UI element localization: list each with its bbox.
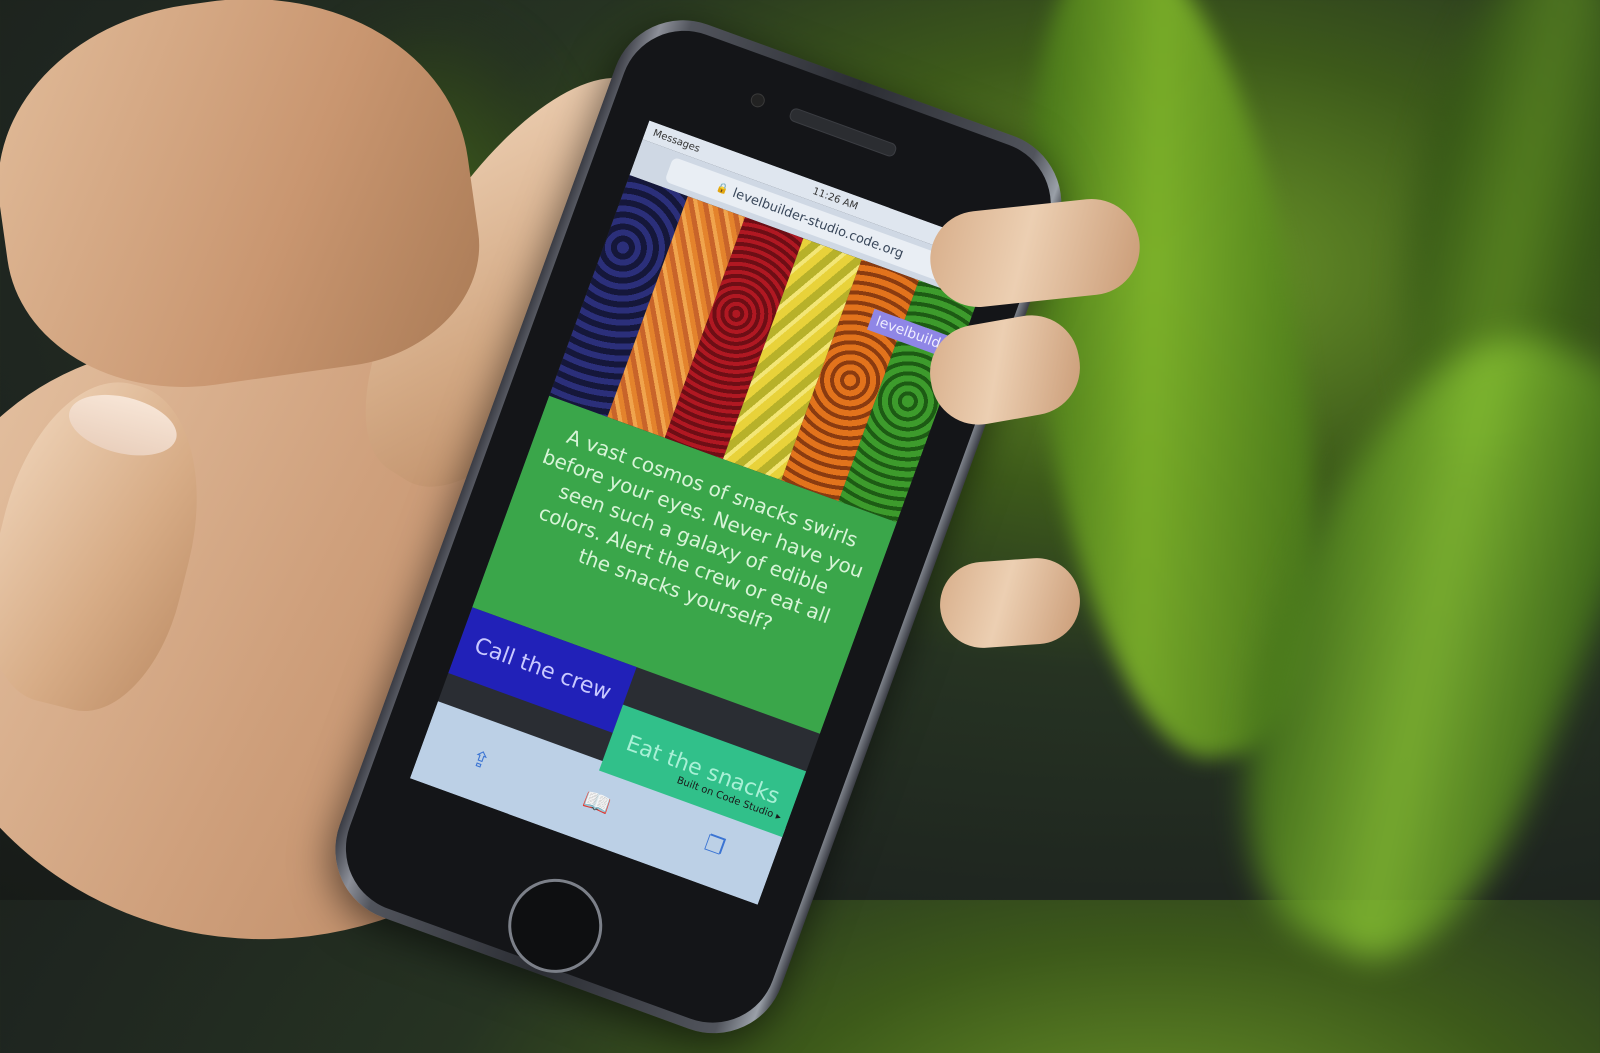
finger — [937, 555, 1083, 651]
bookmarks-icon[interactable]: 📖 — [580, 786, 614, 819]
tabs-icon[interactable]: ❐ — [701, 830, 728, 860]
camera-icon — [748, 91, 767, 110]
home-button[interactable] — [494, 865, 616, 987]
photo-scene: Messages 11:26 AM 8% 🔒 levelbuilder-stud… — [0, 0, 1600, 1053]
earpiece-speaker — [787, 106, 898, 159]
lock-icon: 🔒 — [714, 181, 731, 196]
share-icon[interactable]: ⇪ — [467, 745, 493, 775]
